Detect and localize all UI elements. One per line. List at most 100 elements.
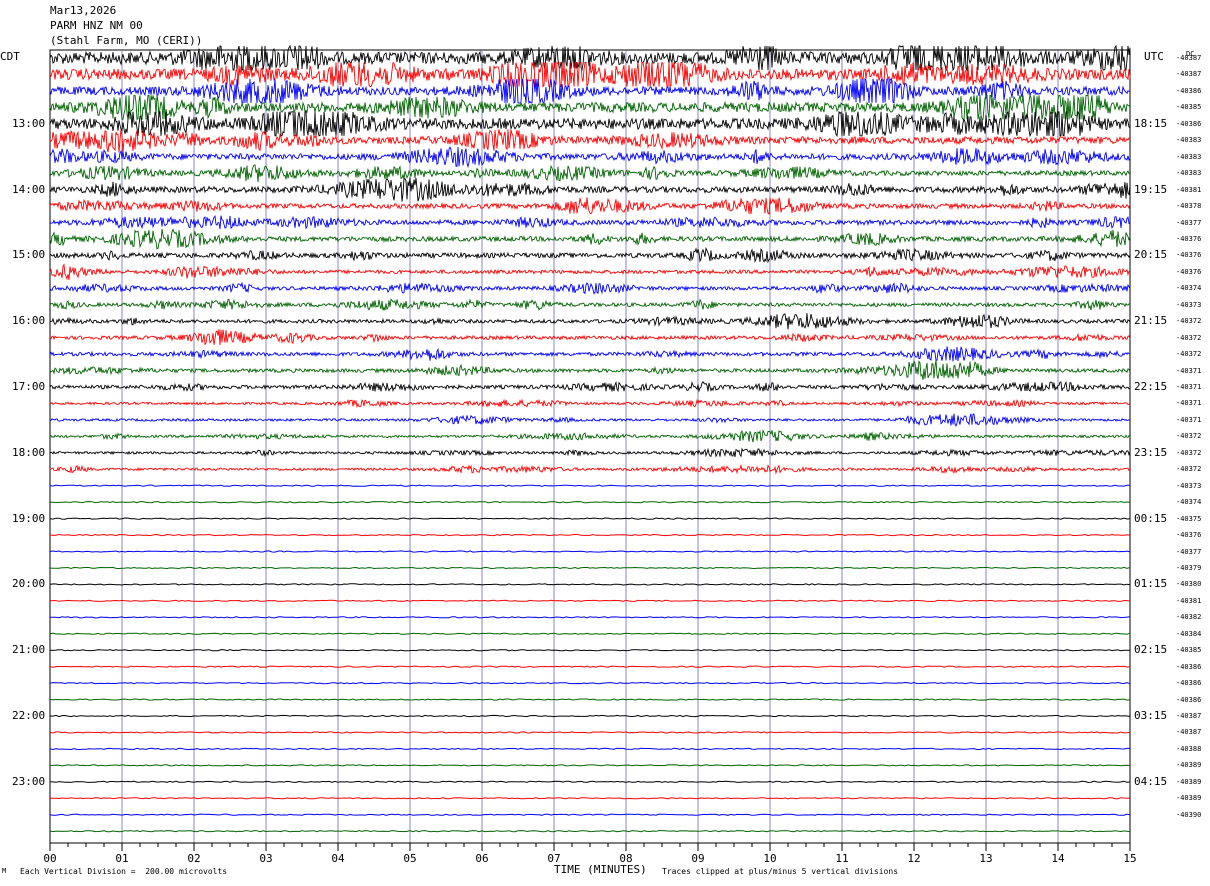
seismic-trace xyxy=(49,665,1131,668)
left-hour-label: 20:00 xyxy=(12,577,46,591)
left-hour-label: 23:00 xyxy=(12,774,46,788)
left-hour-label: 15:00 xyxy=(12,248,46,262)
dc-offset-label: -40375 xyxy=(1176,514,1202,523)
dc-offset-label: -40377 xyxy=(1176,547,1202,556)
dc-offset-label: -40379 xyxy=(1176,563,1202,572)
dc-offset-label: -40380 xyxy=(1176,580,1202,589)
x-tick-label: 11 xyxy=(835,852,849,865)
corner-mark: M xyxy=(2,867,7,875)
x-tick-label: 06 xyxy=(475,852,489,865)
seismic-trace xyxy=(49,77,1131,105)
dc-offset-label: -40383 xyxy=(1176,152,1202,161)
right-hour-label: 23:15 xyxy=(1134,445,1168,459)
seismic-trace xyxy=(49,830,1131,833)
seismic-trace xyxy=(49,714,1131,718)
dc-offset-label: -40386 xyxy=(1176,119,1202,128)
seismic-trace xyxy=(49,298,1131,311)
seismogram-plot xyxy=(49,44,1131,851)
dc-offset-label: -40376 xyxy=(1176,234,1202,243)
dc-offset-label: -40388 xyxy=(1176,744,1202,753)
dc-offset-label: -40383 xyxy=(1176,169,1202,178)
x-tick-label: 13 xyxy=(979,852,993,865)
dc-offset-label: -40387 xyxy=(1176,728,1202,737)
dc-offset-label: -40373 xyxy=(1176,481,1202,490)
dc-offset-label: -40376 xyxy=(1176,251,1202,260)
seismic-trace xyxy=(49,281,1131,295)
x-tick-label: 09 xyxy=(691,852,705,865)
right-hour-label: 02:15 xyxy=(1134,643,1168,657)
dc-offset-label: -40383 xyxy=(1176,136,1202,145)
x-tick-label: 14 xyxy=(1051,852,1065,865)
right-hour-label: 18:15 xyxy=(1134,116,1168,130)
left-hour-label: 19:00 xyxy=(12,511,46,525)
dc-offset-label: -40371 xyxy=(1176,383,1202,391)
right-hour-label: 03:15 xyxy=(1134,709,1168,722)
right-hour-label: 19:15 xyxy=(1134,182,1168,196)
dc-offset-label: -40387 xyxy=(1176,54,1202,62)
seismic-trace xyxy=(49,813,1131,816)
seismic-trace xyxy=(50,764,1131,767)
seismic-trace xyxy=(49,429,1131,443)
seismic-trace xyxy=(49,214,1131,230)
right-hour-label: 00:15 xyxy=(1134,511,1168,525)
dc-offset-label: -40372 xyxy=(1176,317,1202,326)
left-hour-label: 17:00 xyxy=(12,380,46,393)
dc-offset-label: -40372 xyxy=(1176,333,1202,342)
seismic-trace xyxy=(49,731,1131,734)
x-tick-label: 15 xyxy=(1123,852,1137,865)
dc-offset-label: -40386 xyxy=(1176,662,1202,671)
seismic-trace xyxy=(49,583,1131,586)
dc-offset-label: -40374 xyxy=(1176,284,1202,293)
dc-offset-label: -40373 xyxy=(1176,300,1202,309)
seismic-trace xyxy=(49,93,1131,121)
left-hour-label: 21:00 xyxy=(12,643,46,657)
seismic-trace xyxy=(49,313,1131,330)
left-hour-label: 13:00 xyxy=(12,116,46,130)
dc-offset-label: -40376 xyxy=(1176,531,1202,540)
left-hour-label: 22:00 xyxy=(12,709,46,722)
dc-offset-label: -40372 xyxy=(1176,465,1202,474)
right-hour-label: 04:15 xyxy=(1134,774,1168,788)
dc-offset-label: -40389 xyxy=(1176,777,1202,786)
dc-offset-label: -40376 xyxy=(1176,267,1202,276)
dc-offset-label: -40371 xyxy=(1176,399,1202,408)
dc-offset-label: -40390 xyxy=(1176,810,1202,819)
right-hour-label: 01:15 xyxy=(1134,577,1168,591)
seismic-trace xyxy=(49,463,1131,475)
seismic-trace xyxy=(49,177,1131,202)
left-hour-label: 14:00 xyxy=(12,182,46,196)
seismic-trace xyxy=(49,447,1131,458)
seismic-trace xyxy=(49,197,1131,215)
seismic-trace xyxy=(49,263,1131,281)
dc-offset-label: -40372 xyxy=(1176,448,1202,457)
channel-label: PARM HNZ NM 00 xyxy=(50,19,143,32)
seismic-trace xyxy=(49,146,1131,169)
scale-note: Each Vertical Division = 200.00 microvol… xyxy=(20,867,228,876)
seismic-trace xyxy=(49,649,1131,652)
seismic-trace xyxy=(49,632,1131,635)
seismic-trace xyxy=(49,780,1131,783)
left-hour-label: 18:00 xyxy=(12,445,46,459)
location-label: (Stahl Farm, MO (CERI)) xyxy=(50,34,203,47)
dc-offset-label: -40389 xyxy=(1176,761,1202,770)
date-label: Mar13,2026 xyxy=(50,4,117,17)
dc-offset-label: -40385 xyxy=(1176,646,1202,655)
left-hour-label: 16:00 xyxy=(12,314,46,328)
clip-note: Traces clipped at plus/minus 5 vertical … xyxy=(662,867,899,876)
seismic-trace xyxy=(49,616,1131,619)
dc-offset-label: -40371 xyxy=(1176,415,1202,424)
seismic-trace xyxy=(49,380,1131,393)
dc-offset-label: -40381 xyxy=(1176,596,1202,605)
seismic-trace xyxy=(49,599,1131,602)
x-tick-label: 12 xyxy=(907,852,921,865)
seismic-trace xyxy=(49,413,1131,427)
x-tick-label: 10 xyxy=(763,852,777,865)
dc-offset-label: -40374 xyxy=(1176,498,1202,507)
seismic-trace xyxy=(49,329,1131,346)
dc-offset-label: -40382 xyxy=(1176,613,1202,622)
right-hour-label: 20:15 xyxy=(1134,248,1168,262)
x-tick-label: 03 xyxy=(259,852,273,865)
dc-offset-label: -40387 xyxy=(1176,70,1202,79)
seismic-trace xyxy=(49,566,1131,570)
seismic-trace xyxy=(49,484,1131,487)
